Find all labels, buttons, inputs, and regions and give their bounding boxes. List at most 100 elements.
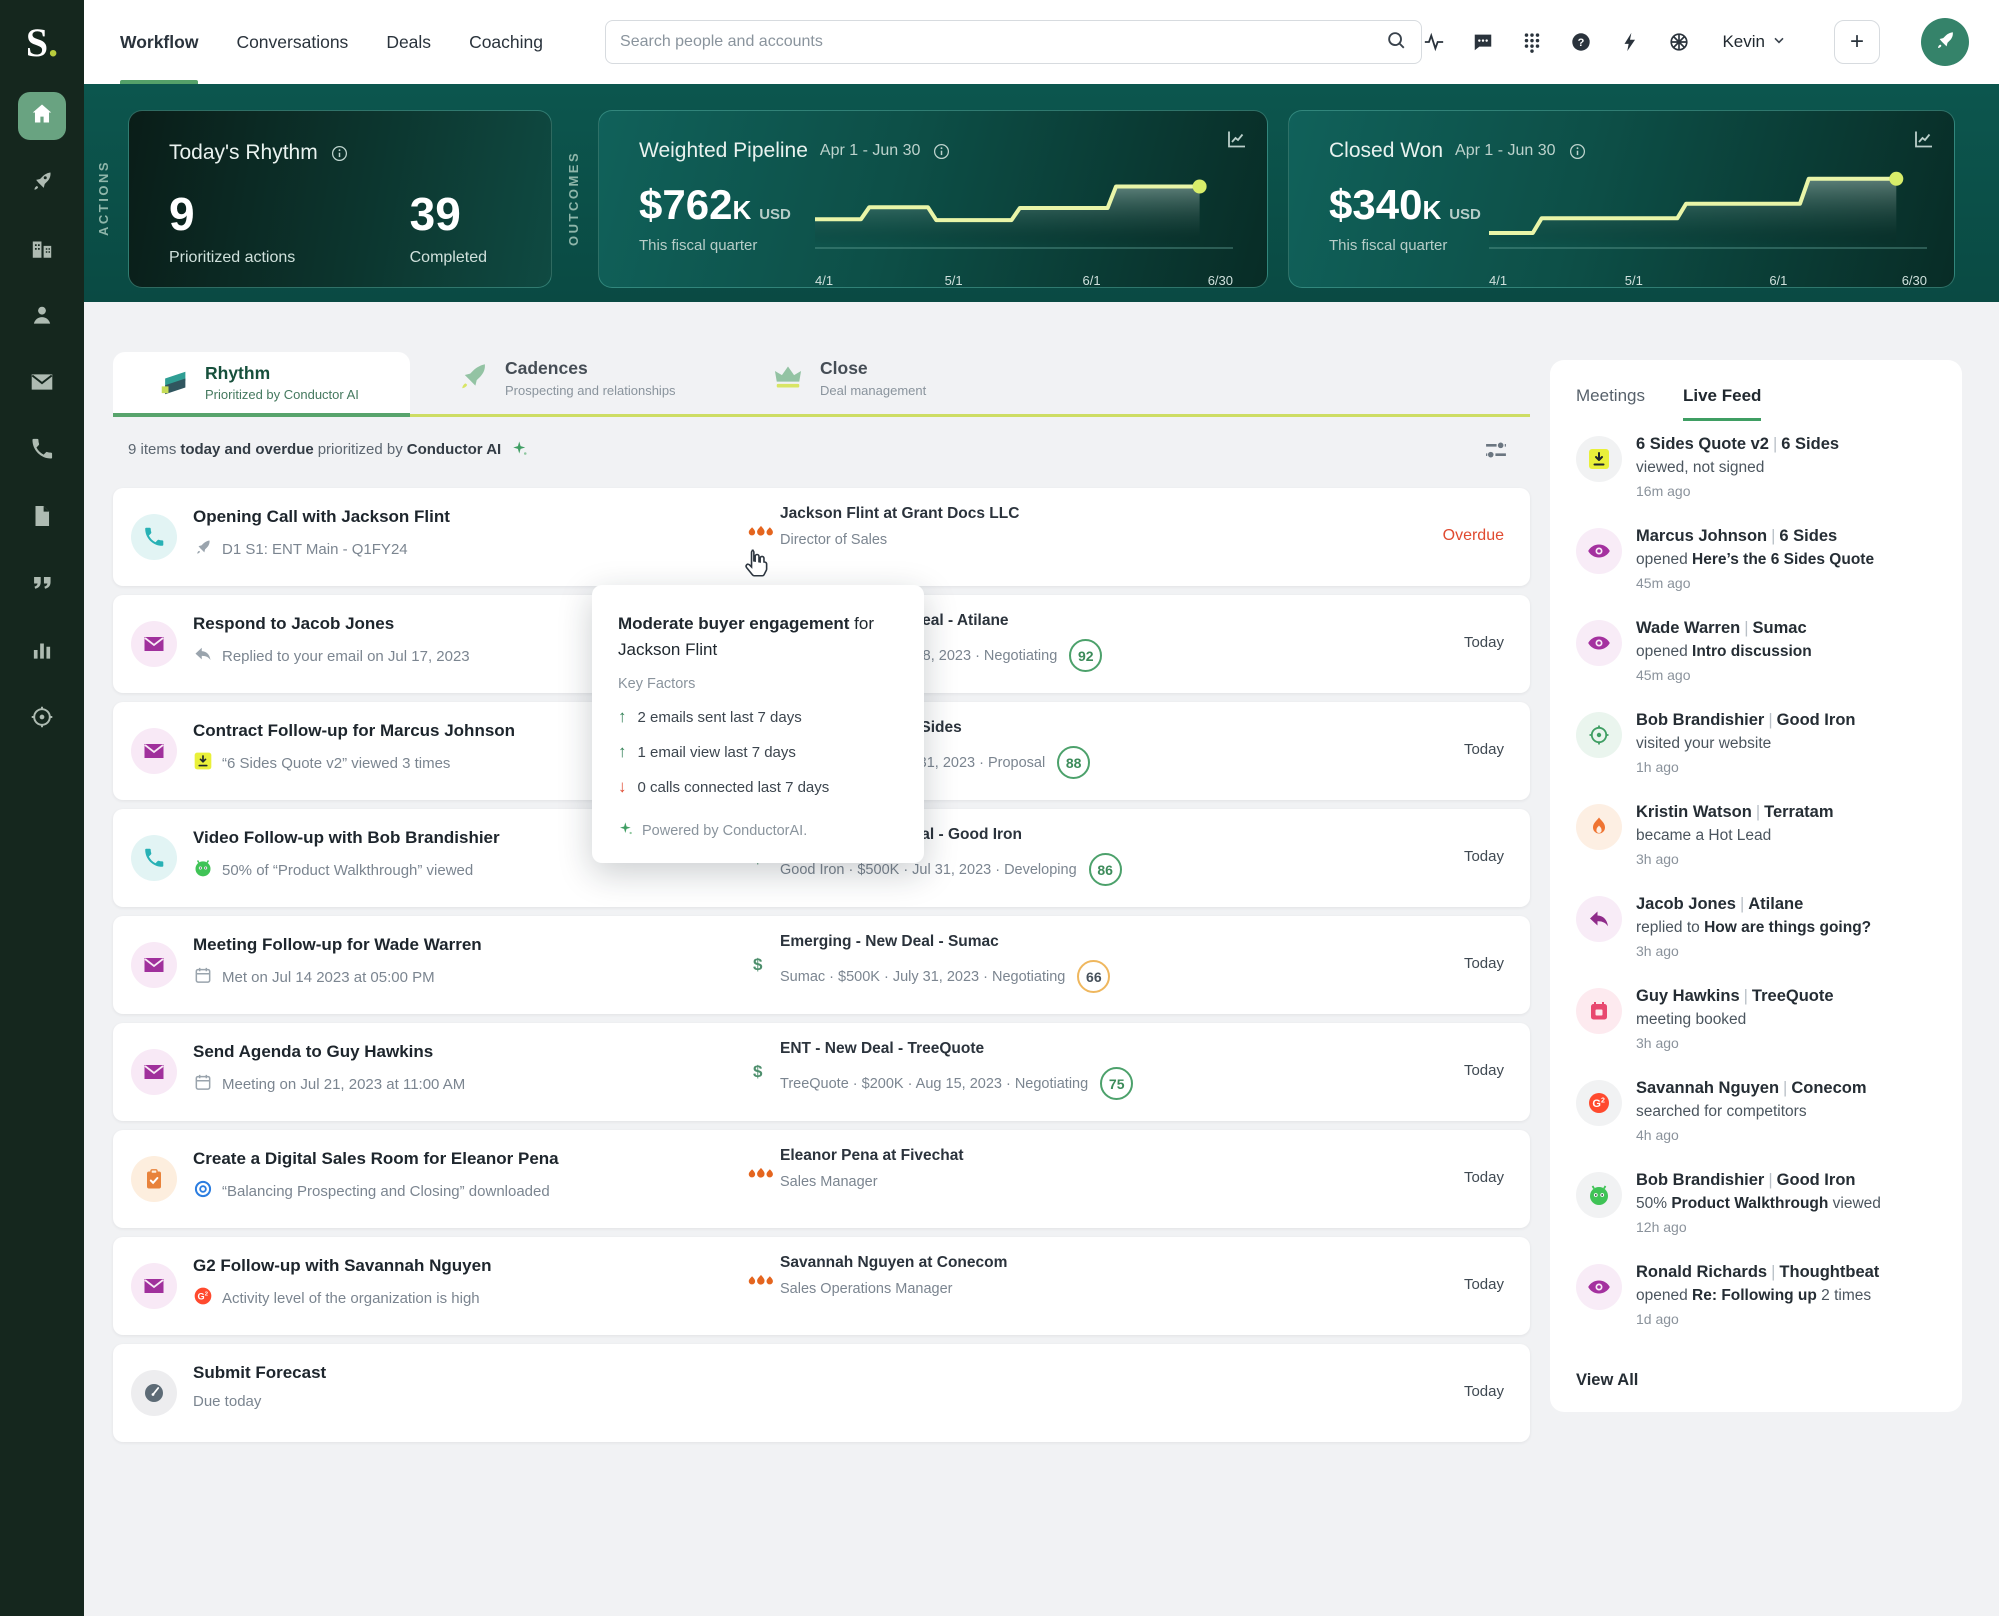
sidebar-item-people[interactable]	[18, 293, 66, 341]
tooltip-factor: 1 email view last 7 days	[637, 743, 796, 761]
hot-lead-flames-icon[interactable]	[745, 1163, 777, 1187]
add-button[interactable]: +	[1834, 20, 1880, 64]
sidebar-item-goals[interactable]	[18, 695, 66, 743]
list-item[interactable]: Bob Brandishier | Good Iron 50% Product Wa…	[1576, 1171, 1936, 1263]
closed-currency: USD	[1449, 206, 1481, 223]
feed-time: 16m ago	[1636, 483, 1691, 499]
sidebar-item-accounts[interactable]	[18, 226, 66, 274]
target-icon	[29, 704, 55, 735]
task-row-dsr-eleanor[interactable]: Create a Digital Sales Room for Eleanor …	[113, 1130, 1530, 1228]
tab-rhythm[interactable]: Rhythm Prioritized by Conductor AI	[113, 352, 410, 413]
tab-live-feed[interactable]: Live Feed	[1682, 386, 1762, 421]
feed-time: 45m ago	[1636, 667, 1691, 683]
deal-score-badge: 86	[1088, 853, 1122, 886]
list-item[interactable]: Wade Warren | Sumac opened Intro discussio…	[1576, 619, 1936, 711]
calendar-icon	[1576, 988, 1622, 1034]
list-item[interactable]: Ronald Richards | Thoughtbeat opened Re: F…	[1576, 1263, 1936, 1355]
nav-deals[interactable]: Deals	[386, 0, 431, 84]
search-input[interactable]	[620, 33, 1386, 51]
weighted-pipeline-card[interactable]: Weighted Pipeline Apr 1 - Jun 30 $762 K U…	[598, 110, 1268, 288]
tab-close[interactable]: Close Deal management	[770, 358, 926, 398]
deal-name[interactable]: ENT - New Deal - TreeQuote	[780, 1040, 1133, 1058]
list-item[interactable]: Kristin Watson | Terratam became a Hot Lea…	[1576, 803, 1936, 895]
deal-meta: Sumac · $500K · July 31, 2023 · Negotiat…	[780, 968, 1066, 985]
task-title: Submit Forecast	[193, 1363, 327, 1382]
target-icon	[1576, 712, 1622, 758]
list-item[interactable]: 6 Sides Quote v2 | 6 Sides viewed, not sig…	[1576, 435, 1936, 527]
contact-name-company[interactable]: Savannah Nguyen at Conecom	[780, 1254, 1007, 1272]
task-row-opening-call[interactable]: Opening Call with Jackson Flint D1 S1: E…	[113, 488, 1530, 586]
robot-icon	[193, 858, 213, 882]
task-row-submit-forecast[interactable]: Submit Forecast Due today Today	[113, 1344, 1530, 1442]
svg-text:2: 2	[1601, 1098, 1605, 1105]
list-item[interactable]: Guy Hawkins | TreeQuote meeting booked 3h …	[1576, 987, 1936, 1079]
filter-icon[interactable]	[1482, 436, 1510, 464]
search-icon[interactable]	[1385, 29, 1407, 56]
sidebar-item-analytics[interactable]	[18, 628, 66, 676]
completed-count: 39	[409, 188, 461, 240]
tooltip-title: Moderate buyer engagement for Jackson Fl…	[618, 611, 898, 662]
tab-rhythm-subtitle: Prioritized by Conductor AI	[205, 387, 359, 402]
feed-time: 3h ago	[1636, 943, 1679, 959]
svg-text:G: G	[1592, 1098, 1601, 1110]
user-name: Kevin	[1722, 32, 1765, 51]
list-summary: 9 items today and overdue prioritized by…	[128, 440, 529, 458]
sparkle-icon	[618, 821, 634, 841]
salesloft-logo[interactable]: S.	[0, 0, 84, 84]
tab-meetings[interactable]: Meetings	[1576, 386, 1645, 421]
list-item[interactable]: G2 Savannah Nguyen | Conecom searched for …	[1576, 1079, 1936, 1171]
nav-conversations[interactable]: Conversations	[236, 0, 348, 84]
robot-icon	[1576, 1172, 1622, 1218]
task-subtitle: “6 Sides Quote v2” viewed 3 times	[222, 754, 451, 772]
task-row-meeting-wade[interactable]: Meeting Follow-up for Wade Warren Met on…	[113, 916, 1530, 1014]
eye-icon	[1576, 528, 1622, 574]
feed-company: 6 Sides	[1779, 527, 1838, 545]
list-item[interactable]: Jacob Jones | Atilane replied to How are t…	[1576, 895, 1936, 987]
task-row-agenda-guy[interactable]: Send Agenda to Guy Hawkins Meeting on Ju…	[113, 1023, 1530, 1121]
list-item[interactable]: Bob Brandishier | Good Iron visited your w…	[1576, 711, 1936, 803]
reply-icon	[1576, 896, 1622, 942]
primary-nav: Workflow Conversations Deals Coaching	[120, 0, 543, 84]
user-menu[interactable]: Kevin	[1722, 32, 1787, 53]
tab-cadences[interactable]: Cadences Prospecting and relationships	[455, 358, 676, 398]
email-icon	[131, 942, 177, 988]
lightning-icon[interactable]	[1618, 30, 1642, 54]
nav-workflow[interactable]: Workflow	[120, 0, 199, 84]
avatar[interactable]	[1921, 18, 1969, 66]
dialpad-icon[interactable]	[1520, 30, 1544, 54]
feed-time: 3h ago	[1636, 851, 1679, 867]
feed-company: Terratam	[1764, 803, 1834, 821]
sidebar-item-conversations[interactable]	[18, 561, 66, 609]
hot-lead-flames-icon[interactable]	[745, 521, 777, 545]
help-icon[interactable]: ?	[1569, 30, 1593, 54]
feed-body-bold: Here’s the 6 Sides Quote	[1692, 551, 1875, 568]
feed-name: Wade Warren	[1636, 619, 1741, 637]
feed-body-post: viewed	[1828, 1195, 1881, 1212]
feed-body-bold: Intro discussion	[1692, 643, 1812, 660]
view-all-link[interactable]: View All	[1576, 1371, 1936, 1390]
todays-rhythm-card[interactable]: Today's Rhythm 9 Prioritized actions 39 …	[128, 110, 552, 288]
line-chart-icon[interactable]	[1912, 127, 1936, 151]
info-icon[interactable]	[330, 144, 349, 163]
sidebar-item-home[interactable]	[18, 92, 66, 140]
sidebar-item-cadences[interactable]	[18, 159, 66, 207]
contact-name-company[interactable]: Jackson Flint at Grant Docs LLC	[780, 505, 1019, 523]
sidebar-item-calls[interactable]	[18, 427, 66, 475]
sidebar-item-content[interactable]	[18, 494, 66, 542]
status-badge: Today	[1463, 848, 1504, 865]
closed-won-card[interactable]: Closed Won Apr 1 - Jun 30 $340 K USD This…	[1288, 110, 1955, 288]
wheel-icon[interactable]	[1667, 30, 1691, 54]
sidebar: S.	[0, 0, 84, 1616]
sidebar-item-email[interactable]	[18, 360, 66, 408]
chat-icon[interactable]	[1471, 30, 1495, 54]
hot-lead-flames-icon[interactable]	[745, 1270, 777, 1294]
contact-title: Director of Sales	[780, 532, 888, 548]
contact-name-company[interactable]: Eleanor Pena at Fivechat	[780, 1147, 964, 1165]
activity-pulse-icon[interactable]	[1422, 30, 1446, 54]
prioritized-label: Prioritized actions	[169, 249, 296, 266]
list-item[interactable]: Marcus Johnson | 6 Sides opened Here’s the…	[1576, 527, 1936, 619]
line-chart-icon[interactable]	[1225, 127, 1249, 151]
deal-name[interactable]: Emerging - New Deal - Sumac	[780, 933, 1110, 951]
nav-coaching[interactable]: Coaching	[469, 0, 543, 84]
task-row-g2-savannah[interactable]: G2 Follow-up with Savannah Nguyen G 2 Acti…	[113, 1237, 1530, 1335]
